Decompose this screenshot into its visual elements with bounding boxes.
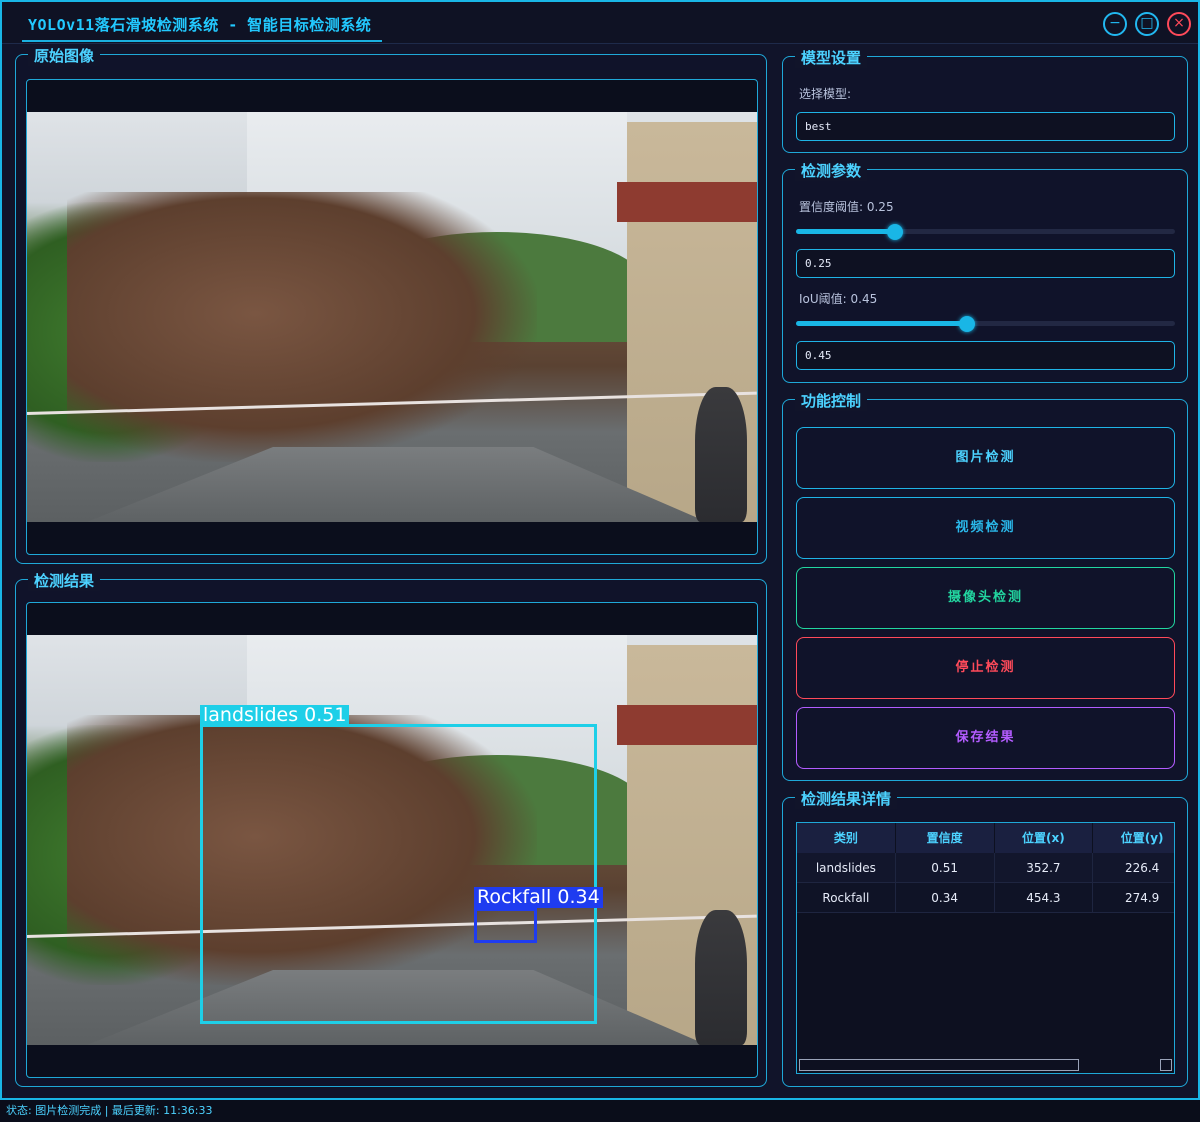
- column-header-x[interactable]: 位置(x): [995, 823, 1094, 853]
- function-control-title: 功能控制: [795, 390, 868, 411]
- column-header-y[interactable]: 位置(y): [1093, 823, 1174, 853]
- iou-slider[interactable]: [796, 316, 1175, 332]
- horizontal-scrollbar[interactable]: [799, 1059, 1079, 1071]
- detection-params-panel: 检测参数 置信度阈值: 0.25 0.25 IoU阈值: 0.45 0.45: [782, 160, 1188, 383]
- app-window: YOLOv11落石滑坡检测系统 - 智能目标检测系统 − □ × 原始图像 检测…: [0, 0, 1200, 1100]
- model-select-label: 选择模型:: [799, 87, 852, 101]
- model-settings-panel: 模型设置 选择模型: best: [782, 47, 1188, 153]
- results-table[interactable]: 类别 置信度 位置(x) 位置(y) landslides 0.51 352.7…: [796, 822, 1175, 1074]
- table-header: 类别 置信度 位置(x) 位置(y): [797, 823, 1174, 853]
- results-detail-title: 检测结果详情: [795, 788, 898, 809]
- detection-result-panel: 检测结果 landslides 0.51 Rockfall 0.34: [15, 570, 767, 1087]
- image-detect-button[interactable]: 图片检测: [796, 427, 1175, 489]
- detection-params-title: 检测参数: [795, 160, 868, 181]
- confidence-slider-handle[interactable]: [886, 224, 903, 240]
- original-image: [27, 112, 757, 522]
- table-row[interactable]: Rockfall 0.34 454.3 274.9: [797, 883, 1174, 913]
- original-image-frame: [26, 79, 758, 555]
- result-image-frame: landslides 0.51 Rockfall 0.34: [26, 602, 758, 1078]
- table-row[interactable]: landslides 0.51 352.7 226.4: [797, 853, 1174, 883]
- detection-label-rockfall: Rockfall 0.34: [474, 887, 603, 908]
- column-header-confidence[interactable]: 置信度: [896, 823, 995, 853]
- confidence-label: 置信度阈值: 0.25: [799, 200, 894, 214]
- model-settings-title: 模型设置: [795, 47, 868, 68]
- maximize-button[interactable]: □: [1135, 12, 1159, 36]
- confidence-input[interactable]: 0.25: [796, 249, 1175, 278]
- save-result-button[interactable]: 保存结果: [796, 707, 1175, 769]
- detection-label-landslides: landslides 0.51: [200, 705, 350, 726]
- result-image: landslides 0.51 Rockfall 0.34: [27, 635, 757, 1045]
- cell-confidence: 0.34: [896, 883, 995, 913]
- video-detect-button[interactable]: 视频检测: [796, 497, 1175, 559]
- cell-y: 274.9: [1093, 883, 1174, 913]
- original-image-title: 原始图像: [28, 45, 101, 66]
- function-control-panel: 功能控制 图片检测 视频检测 摄像头检测 停止检测 保存结果: [782, 390, 1188, 781]
- camera-detect-button[interactable]: 摄像头检测: [796, 567, 1175, 629]
- confidence-slider[interactable]: [796, 224, 1175, 240]
- detection-result-title: 检测结果: [28, 570, 101, 591]
- stop-detect-button[interactable]: 停止检测: [796, 637, 1175, 699]
- cell-confidence: 0.51: [896, 853, 995, 883]
- iou-slider-handle[interactable]: [958, 316, 975, 332]
- status-bar: 状态: 图片检测完成 | 最后更新: 11:36:33: [0, 1100, 1200, 1122]
- detection-box-landslides: [200, 724, 597, 1024]
- original-image-panel: 原始图像: [15, 45, 767, 564]
- iou-input[interactable]: 0.45: [796, 341, 1175, 370]
- cell-class: Rockfall: [797, 883, 896, 913]
- iou-label: IoU阈值: 0.45: [799, 292, 878, 306]
- detection-box-rockfall: [474, 908, 537, 943]
- title-underline: [22, 40, 382, 42]
- cell-x: 454.3: [995, 883, 1094, 913]
- model-select[interactable]: best: [796, 112, 1175, 141]
- results-detail-panel: 检测结果详情 类别 置信度 位置(x) 位置(y) landslides 0.5…: [782, 788, 1188, 1087]
- close-button[interactable]: ×: [1167, 12, 1191, 36]
- minimize-button[interactable]: −: [1103, 12, 1127, 36]
- column-header-class[interactable]: 类别: [797, 823, 896, 853]
- window-title: YOLOv11落石滑坡检测系统 - 智能目标检测系统: [28, 16, 372, 34]
- cell-x: 352.7: [995, 853, 1094, 883]
- cell-y: 226.4: [1093, 853, 1174, 883]
- scrollbar-corner: [1160, 1059, 1172, 1071]
- title-bar: YOLOv11落石滑坡检测系统 - 智能目标检测系统 − □ ×: [2, 2, 1198, 44]
- cell-class: landslides: [797, 853, 896, 883]
